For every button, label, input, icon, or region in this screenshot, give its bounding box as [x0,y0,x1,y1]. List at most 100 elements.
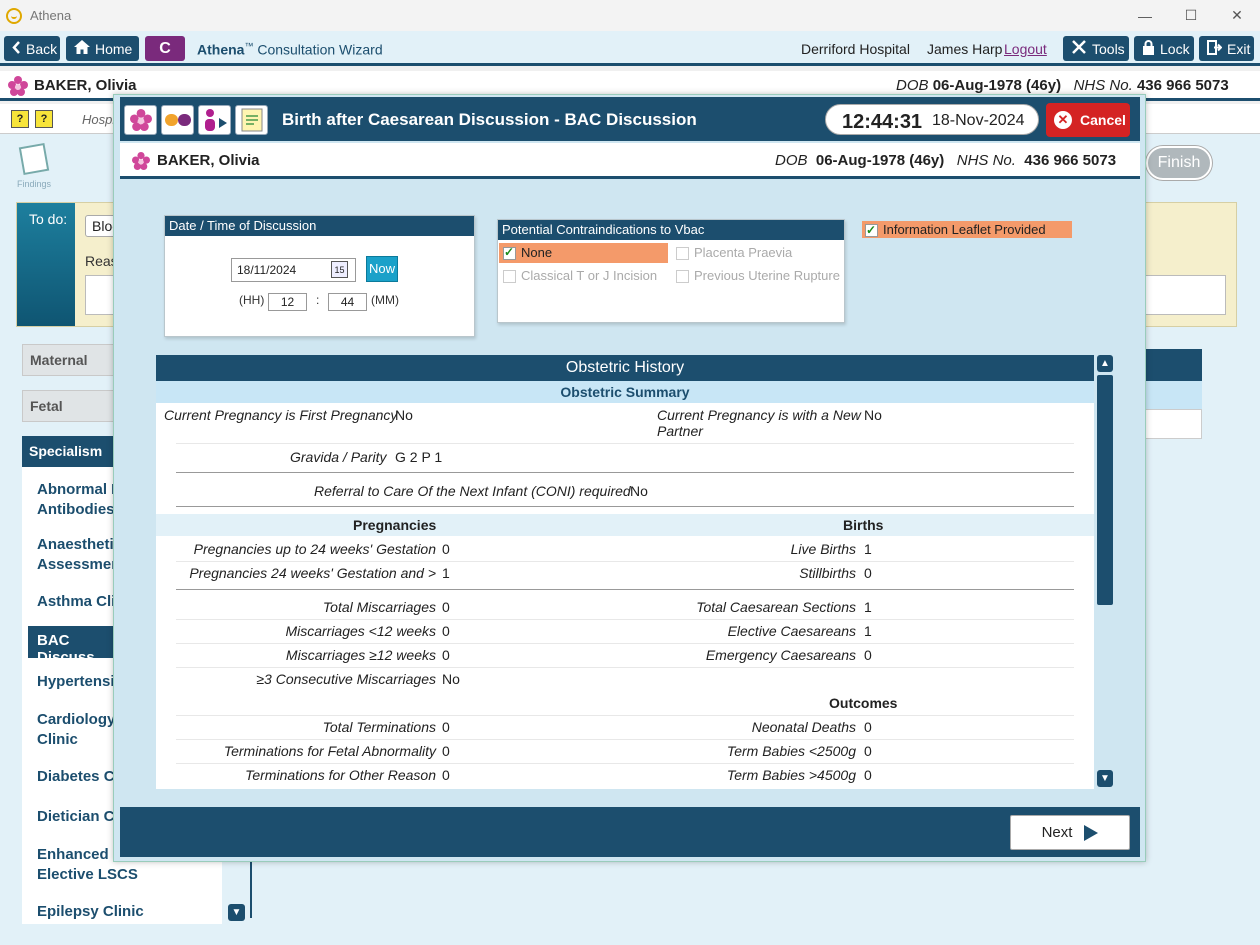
list-item[interactable]: Cardiology Clinic [37,710,115,750]
checkbox-icon [676,247,689,261]
divider [176,506,1074,507]
flower-icon[interactable] [124,105,157,135]
list-item[interactable]: Asthma Clin [37,592,125,612]
scroll-down-icon[interactable]: ▼ [1097,770,1113,787]
row-value: 1 [864,599,872,615]
new-partner-label: Current Pregnancy is with a New Partner [657,407,861,439]
classical-incision-checkbox[interactable]: Classical T or J Incision [503,268,657,284]
list-item-selected[interactable]: BAC Discuss [28,626,120,666]
row-label: ≥3 Consecutive Miscarriages [256,671,436,687]
row-value: 0 [864,743,872,759]
row-label: Pregnancies 24 weeks' Gestation and > [189,565,436,581]
row-value: 0 [864,565,872,581]
notes-icon[interactable] [235,105,268,135]
scroll-down-icon[interactable]: ▼ [228,904,245,921]
gravida-value: G 2 P 1 [395,449,443,465]
list-item-line: Antibodies [37,501,115,518]
none-checkbox[interactable]: None [499,243,668,263]
lock-button[interactable]: Lock [1134,36,1194,61]
row-label: Neonatal Deaths [751,719,856,735]
nhs-value: 436 966 5073 [1136,77,1229,94]
person-arrow-icon[interactable] [198,105,231,135]
hospital-partial-text: Hospi [82,112,116,127]
list-item-line: Diabetes Cl [37,768,119,785]
divider [176,443,1074,444]
obstetric-history-title: Obstetric History [156,355,1094,381]
list-item[interactable]: Diabetes Cl [37,767,119,787]
sidebar-maternal[interactable]: Maternal [22,344,118,376]
list-item[interactable]: Abnormal R Antibodies [37,480,122,520]
row-label: Total Terminations [322,719,436,735]
row-value: 0 [442,623,450,639]
next-button[interactable]: Next [1010,815,1130,850]
list-item[interactable]: Dietician Cl [37,807,119,827]
row-value: 0 [442,541,450,557]
logout-link[interactable]: Logout [1004,41,1047,57]
close-icon[interactable]: ✕ [1214,0,1260,31]
row-value: 1 [864,623,872,639]
finish-button[interactable]: Finish [1146,146,1212,180]
clock-date: 18-Nov-2024 [932,112,1025,129]
home-icon [74,40,90,57]
sidebar-specialism[interactable]: Specialism [22,436,118,467]
placenta-praevia-checkbox[interactable]: Placenta Praevia [676,245,792,261]
cancel-button[interactable]: ✕ Cancel [1046,103,1130,137]
patient-name: BAKER, Olivia [34,77,137,94]
sidebar-fetal[interactable]: Fetal [22,390,118,422]
list-item-line: Abnormal R [37,481,123,498]
list-item-line: Cardiology [37,711,116,728]
window-titlebar: Athena — ☐ ✕ [0,0,1260,31]
minute-input[interactable]: 44 [328,293,367,311]
list-item-line: Dietician Cl [37,808,119,825]
user-name: James Harp [927,41,1003,57]
tools-button[interactable]: Tools [1063,36,1129,61]
uterine-rupture-checkbox[interactable]: Previous Uterine Rupture [676,268,840,284]
hh-label: (HH) [239,293,265,307]
minimize-icon[interactable]: — [1122,0,1168,31]
obstetric-scrollbar[interactable]: ▲ ▼ [1096,355,1114,789]
medication-pill-icon[interactable] [161,105,194,135]
scroll-up-icon[interactable]: ▲ [1097,355,1113,372]
table-header [1138,349,1202,381]
hospital-name: Derriford Hospital [801,41,910,57]
exit-button[interactable]: Exit [1199,36,1254,61]
consultation-c-button[interactable]: C [145,36,185,61]
nhs-label: NHS No. [1073,77,1133,94]
list-item-line: Elective LSCS [37,866,138,883]
row-label: Live Births [790,541,856,557]
new-partner-label-line1: Current Pregnancy is with a New [657,407,861,423]
now-button[interactable]: Now [366,256,398,282]
background-table [1138,349,1202,441]
row-value: 0 [864,647,872,663]
row-label: Stillbirths [799,565,856,581]
information-leaflet-checkbox[interactable]: Information Leaflet Provided [862,221,1072,239]
row-value: 0 [864,767,872,783]
scroll-thumb[interactable] [1097,375,1113,605]
wizard-brand: Athena [197,41,245,58]
row-label: Miscarriages <12 weeks [285,623,436,639]
question-icon[interactable]: ? [35,110,53,128]
coni-value: No [630,483,648,499]
lock-label: Lock [1160,40,1190,57]
findings-label: Findings [16,179,52,189]
calendar-icon[interactable]: 15 [331,261,348,278]
list-item[interactable]: Epilepsy Clinic [37,902,144,922]
help-icon[interactable]: ? [11,110,29,128]
home-button[interactable]: Home [66,36,139,61]
lock-icon [1142,39,1155,58]
window-controls: — ☐ ✕ [1122,0,1260,31]
findings-icon [18,142,50,176]
next-label: Next [1041,824,1073,841]
wizard-title: Athena™ Consultation Wizard [197,41,383,58]
hour-input[interactable]: 12 [268,293,307,311]
maximize-icon[interactable]: ☐ [1168,0,1214,31]
findings-button[interactable]: Findings [16,142,52,189]
clock-display: 12:44:31 18-Nov-2024 [825,104,1039,135]
row-label: Miscarriages ≥12 weeks [285,647,436,663]
back-button[interactable]: Back [4,36,60,61]
patient-name: BAKER, Olivia [157,152,260,169]
divider [176,589,1074,590]
row-label: Term Babies <2500g [726,743,856,759]
list-item[interactable]: Hypertensio [37,672,124,692]
contraindications-panel: Potential Contraindications to Vbac None… [497,219,845,323]
